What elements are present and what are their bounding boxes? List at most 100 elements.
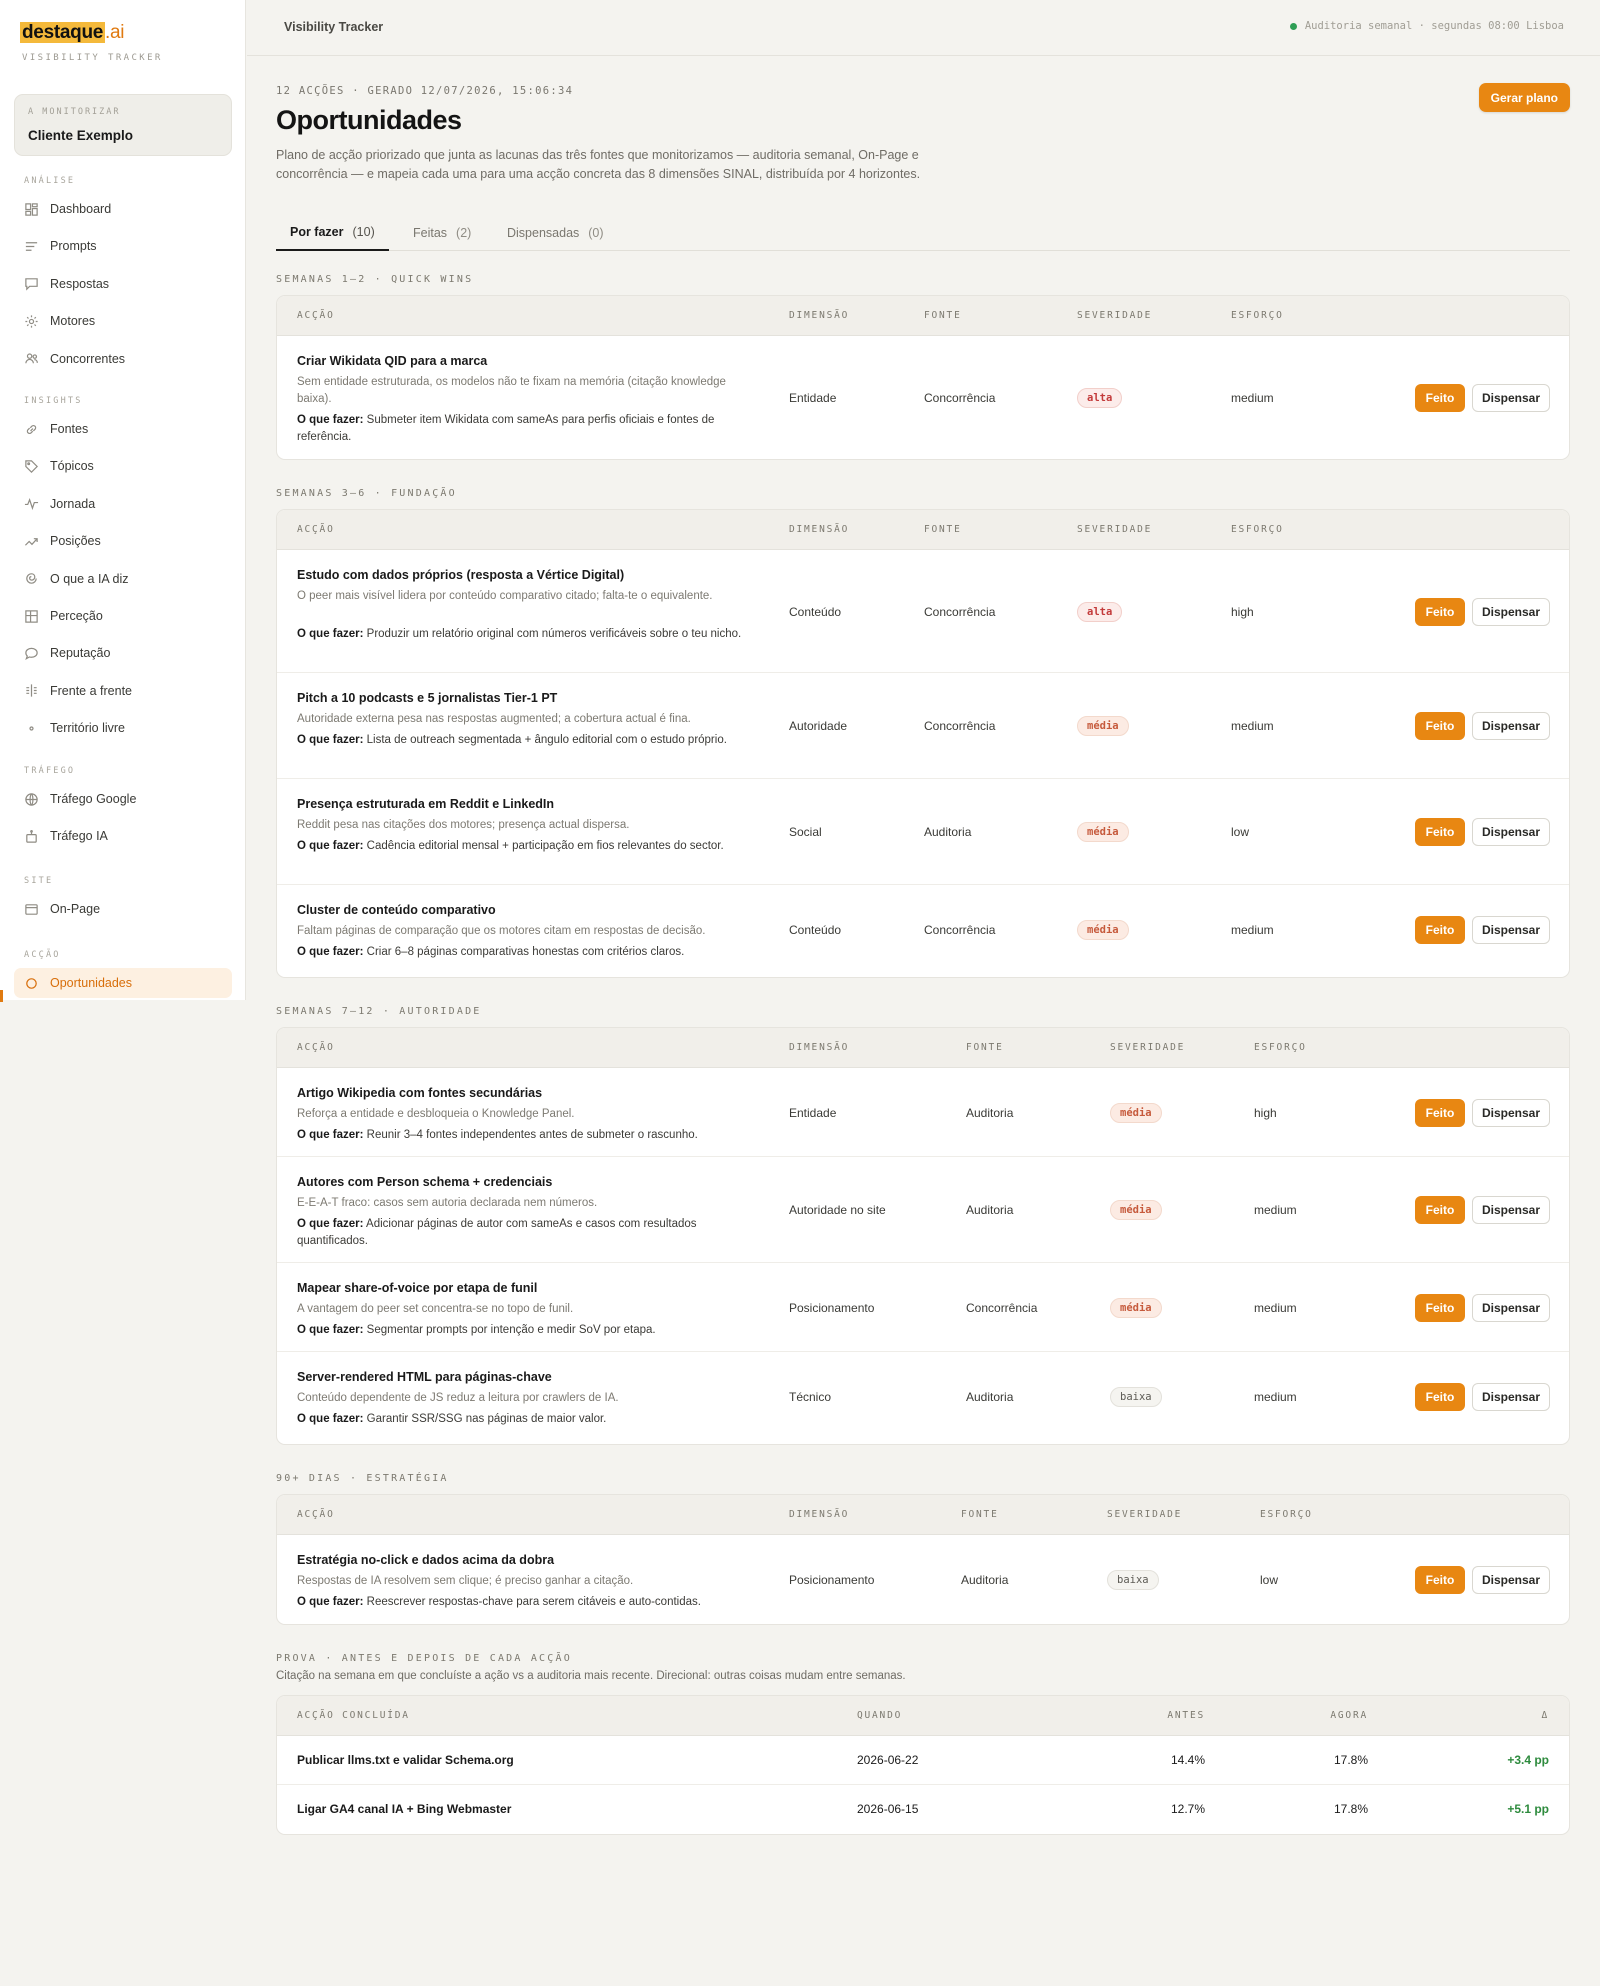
dismiss-button[interactable]: Dispensar xyxy=(1472,1098,1550,1127)
todo-prefix: O que fazer: xyxy=(297,840,364,852)
dismiss-button[interactable]: Dispensar xyxy=(1472,1565,1550,1594)
brand-logo[interactable]: destaque .ai xyxy=(20,22,124,44)
sidebar-item-on-page[interactable]: On-Page xyxy=(14,894,232,924)
table-row: Presença estruturada em Reddit e LinkedI… xyxy=(277,779,1569,885)
done-button[interactable]: Feito xyxy=(1415,1565,1465,1594)
done-button[interactable]: Feito xyxy=(1415,1098,1465,1127)
sidebar-item-respostas[interactable]: Respostas xyxy=(14,269,232,299)
action-effort: medium xyxy=(1254,1300,1297,1315)
severity-badge: média xyxy=(1077,716,1129,736)
tab-dispensadas[interactable]: Dispensadas (0) xyxy=(507,214,604,251)
dismiss-button[interactable]: Dispensar xyxy=(1472,597,1550,626)
column-header-esforco: ESFORÇO xyxy=(1231,310,1284,321)
table-header: ACÇÃO DIMENSÃO FONTE SEVERIDADE ESFORÇO xyxy=(277,1028,1569,1068)
sidebar-item-trafego-google[interactable]: Tráfego Google xyxy=(14,784,232,814)
sidebar-item-label: Tópicos xyxy=(50,459,94,474)
sidebar-item-concorrentes[interactable]: Concorrentes xyxy=(14,344,232,374)
page-icon xyxy=(24,902,39,917)
dismiss-button[interactable]: Dispensar xyxy=(1472,818,1550,846)
action-dimension: Posicionamento xyxy=(789,1572,875,1587)
action-description: Faltam páginas de comparação que os moto… xyxy=(297,925,706,937)
action-description: Sem entidade estruturada, os modelos não… xyxy=(297,376,726,405)
spiral-icon xyxy=(24,571,39,586)
nav-section-label: SITE xyxy=(24,876,54,886)
dismiss-button[interactable]: Dispensar xyxy=(1472,1196,1550,1224)
action-source: Auditoria xyxy=(966,1389,1014,1404)
action-title: Cluster de conteúdo comparativo xyxy=(297,903,496,917)
action-source: Concorrência xyxy=(924,922,996,937)
action-description: Conteúdo dependente de JS reduz a leitur… xyxy=(297,1392,619,1404)
done-button[interactable]: Feito xyxy=(1415,1196,1465,1224)
sidebar-item-topicos[interactable]: Tópicos xyxy=(14,451,232,481)
sidebar: destaque .ai VISIBILITY TRACKER A MONITOR… xyxy=(0,0,246,1000)
sidebar-item-label: Tráfego IA xyxy=(50,829,108,844)
dismiss-button[interactable]: Dispensar xyxy=(1472,712,1550,740)
dismiss-button[interactable]: Dispensar xyxy=(1472,915,1550,944)
column-header-acao: ACÇÃO xyxy=(297,524,335,535)
sidebar-item-label: Prompts xyxy=(50,239,97,254)
dismiss-button[interactable]: Dispensar xyxy=(1472,1382,1550,1411)
sidebar-item-percecao[interactable]: Perceção xyxy=(14,601,232,631)
sidebar-item-fontes[interactable]: Fontes xyxy=(14,414,232,444)
action-description: O peer mais visível lidera por conteúdo … xyxy=(297,590,713,602)
client-selector[interactable]: A MONITORIZAR Cliente Exemplo xyxy=(14,94,232,156)
sidebar-item-frente-a-frente[interactable]: Frente a frente xyxy=(14,676,232,706)
sidebar-item-prompts[interactable]: Prompts xyxy=(14,231,232,261)
action-description: Autoridade externa pesa nas respostas au… xyxy=(297,713,691,725)
done-button[interactable]: Feito xyxy=(1415,1293,1465,1322)
done-button[interactable]: Feito xyxy=(1415,712,1465,740)
action-description: A vantagem do peer set concentra-se no t… xyxy=(297,1303,574,1315)
sidebar-item-oportunidades[interactable]: Oportunidades xyxy=(14,968,232,998)
severity-badge: baixa xyxy=(1110,1386,1162,1407)
sidebar-item-reputacao[interactable]: Reputação xyxy=(14,638,232,668)
tab-feitas[interactable]: Feitas (2) xyxy=(413,214,471,251)
column-header-severidade: SEVERIDADE xyxy=(1107,1509,1183,1520)
proof-now: 17.8% xyxy=(1333,1753,1368,1767)
sidebar-item-label: Reputação xyxy=(50,646,111,661)
todo-prefix: O que fazer: xyxy=(297,946,364,958)
action-effort: medium xyxy=(1254,1203,1297,1217)
action-todo: O que fazer: Adicionar páginas de autor … xyxy=(297,1218,697,1247)
todo-prefix: O que fazer: xyxy=(297,1324,364,1336)
done-button[interactable]: Feito xyxy=(1415,597,1465,626)
proof-label: PROVA · ANTES E DEPOIS DE CADA ACÇÃO xyxy=(276,1653,572,1664)
table-row: Server-rendered HTML para páginas-chave C… xyxy=(277,1352,1569,1441)
app-title: Visibility Tracker xyxy=(284,20,384,34)
sidebar-item-territorio-livre[interactable]: Território livre xyxy=(14,713,232,743)
sidebar-item-label: Frente a frente xyxy=(50,683,132,698)
sidebar-item-trafego-ia[interactable]: Tráfego IA xyxy=(14,821,232,851)
dismiss-button[interactable]: Dispensar xyxy=(1472,1293,1550,1322)
action-source: Auditoria xyxy=(924,825,972,839)
proof-before: 14.4% xyxy=(1170,1753,1205,1767)
done-button[interactable]: Feito xyxy=(1415,915,1465,944)
sidebar-item-dashboard[interactable]: Dashboard xyxy=(14,194,232,224)
action-todo: O que fazer: Criar 6–8 páginas comparati… xyxy=(297,946,685,958)
done-button[interactable]: Feito xyxy=(1415,1382,1465,1411)
sidebar-item-posicoes[interactable]: Posições xyxy=(14,526,232,556)
sidebar-item-jornada[interactable]: Jornada xyxy=(14,489,232,519)
page-title: Oportunidades xyxy=(276,105,462,135)
todo-prefix: O que fazer: xyxy=(297,734,364,746)
generate-plan-button[interactable]: Gerar plano xyxy=(1478,83,1570,112)
client-label: A MONITORIZAR xyxy=(28,107,121,117)
proof-delta: +3.4 pp xyxy=(1507,1753,1549,1767)
proof-column-delta: Δ xyxy=(1541,1710,1549,1721)
group-label: 90+ DIAS · ESTRATÉGIA xyxy=(276,1473,449,1484)
done-button[interactable]: Feito xyxy=(1415,383,1465,412)
dismiss-button[interactable]: Dispensar xyxy=(1472,383,1550,412)
table-header: ACÇÃO DIMENSÃO FONTE SEVERIDADE ESFORÇO xyxy=(277,1495,1569,1535)
action-title: Pitch a 10 podcasts e 5 jornalistas Tier… xyxy=(297,691,558,705)
sidebar-item-label: Território livre xyxy=(50,721,126,736)
table-row: Criar Wikidata QID para a marca Sem entid… xyxy=(277,336,1569,459)
tab-por-fazer[interactable]: Por fazer (10) xyxy=(276,214,389,251)
audit-status: Auditoria semanal · segundas 08:00 Lisbo… xyxy=(1289,20,1564,32)
column-header-acao: ACÇÃO xyxy=(297,1509,335,1520)
proof-date: 2026-06-15 xyxy=(857,1802,919,1816)
action-table: ACÇÃO DIMENSÃO FONTE SEVERIDADE ESFORÇO Artig… xyxy=(276,1027,1570,1445)
action-dimension: Conteúdo xyxy=(789,922,842,937)
done-button[interactable]: Feito xyxy=(1415,818,1465,846)
action-title: Estudo com dados próprios (resposta a Vé… xyxy=(297,568,625,582)
sidebar-item-motores[interactable]: Motores xyxy=(14,306,232,336)
sidebar-item-o-que-a-ia-diz[interactable]: O que a IA diz xyxy=(14,564,232,594)
grid-icon xyxy=(24,609,39,624)
